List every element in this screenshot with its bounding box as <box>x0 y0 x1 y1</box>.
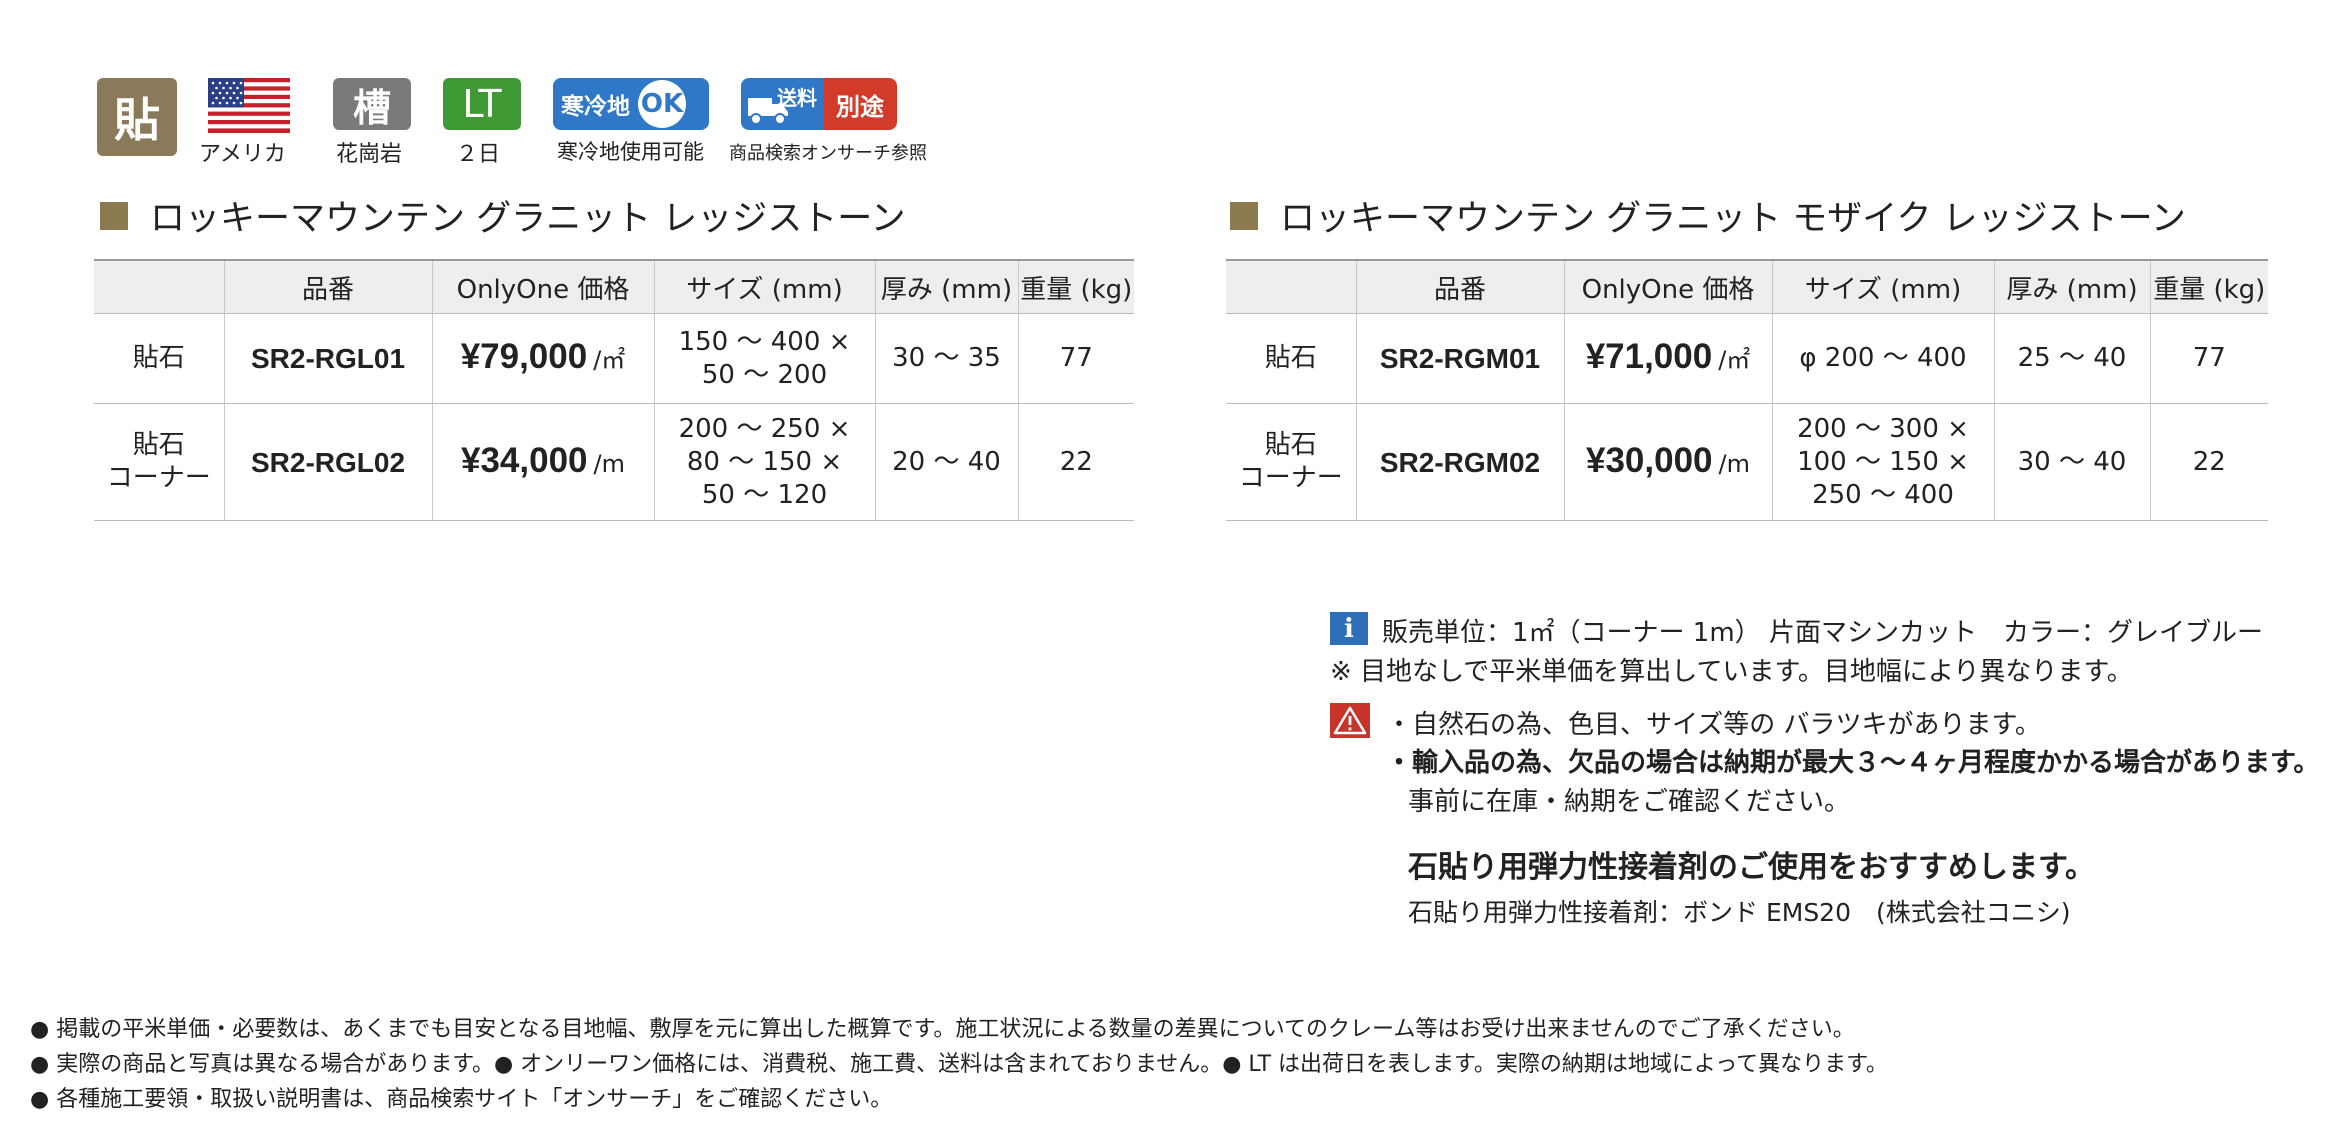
product-code: SR2-RGM02 <box>1355 403 1564 521</box>
row-type: 貼石 <box>94 313 224 404</box>
product-code: SR2-RGM01 <box>1355 313 1564 404</box>
price-cell: ¥71,000/㎡ <box>1563 313 1772 404</box>
adhesive-recommendation: 石貼り用弾力性接着剤のご使用をおすすめします。 <box>1408 850 2095 885</box>
footer-note-1: ● 掲載の平米単価・必要数は、あくまでも目安となる目地幅、敷厚を元に算出した概算… <box>30 1017 1855 1042</box>
harite-icon: 貼 <box>97 78 177 156</box>
flag-caption: アメリカ <box>199 142 286 167</box>
weight-cell: 22 <box>2149 403 2268 521</box>
thickness-cell: 30 ～ 40 <box>1993 403 2150 521</box>
table-header-row: 品番 OnlyOne 価格 サイズ (mm) 厚み (mm) 重量 (kg) <box>94 259 1134 314</box>
warning-line-3: 事前に在庫・納期をご確認ください。 <box>1408 787 1851 817</box>
thickness-cell: 20 ～ 40 <box>874 403 1018 521</box>
footer-note-2: ● 実際の商品と写真は異なる場合があります。● オンリーワン価格には、消費税、施… <box>30 1052 1888 1077</box>
table-row: 貼石 コーナー SR2-RGM02 ¥30,000/m 200 ～ 300 × 10… <box>1226 403 2268 521</box>
price-cell: ¥34,000/m <box>431 403 654 521</box>
size-cell: 200 ～ 250 × 80 ～ 150 × 50 ～ 120 <box>653 403 875 521</box>
price-cell: ¥79,000/㎡ <box>431 313 654 404</box>
table-row: 貼石 SR2-RGM01 ¥71,000/㎡ φ 200 ～ 400 25 ～ … <box>1226 313 2268 404</box>
heading-square-icon <box>100 201 128 230</box>
row-type: 貼石 <box>1226 313 1356 404</box>
table-row: 貼石 コーナー SR2-RGL02 ¥34,000/m 200 ～ 250 × 80… <box>94 403 1134 521</box>
size-cell: φ 200 ～ 400 <box>1771 313 1994 404</box>
table1-heading: ロッキーマウンテン グラニット レッジストーン <box>100 190 906 241</box>
size-cell: 200 ～ 300 × 100 ～ 150 × 250 ～ 400 <box>1771 403 1994 521</box>
thickness-cell: 30 ～ 35 <box>874 313 1018 404</box>
granite-caption: 花崗岩 <box>336 142 403 167</box>
granite-icon: 槽 <box>333 78 413 130</box>
warning-line-1: ・自然石の為、色目、サイズ等の バラツキがあります。 <box>1386 710 2041 740</box>
size-cell: 150 ～ 400 × 50 ～ 200 <box>653 313 875 404</box>
row-type: 貼石 コーナー <box>1226 403 1356 521</box>
product-code: SR2-RGL01 <box>223 313 432 404</box>
table-row: 貼石 SR2-RGL01 ¥79,000/㎡ 150 ～ 400 × 50 ～ 2… <box>94 313 1134 404</box>
info-icon: i <box>1330 612 1368 645</box>
joint-note: ※ 目地なしで平米単価を算出しています。目地幅により異なります。 <box>1330 657 2133 687</box>
shipping-caption: 商品検索オンサーチ参照 <box>729 143 927 164</box>
sales-unit-note: 販売単位：1㎡（コーナー 1m） 片面マシンカット カラー：グレイブルー <box>1382 618 2263 648</box>
table-header-row: 品番 OnlyOne 価格 サイズ (mm) 厚み (mm) 重量 (kg) <box>1226 259 2268 314</box>
lead-time-caption: ２日 <box>456 142 501 167</box>
spec-table-2: 品番 OnlyOne 価格 サイズ (mm) 厚み (mm) 重量 (kg) 貼… <box>1226 259 2268 521</box>
row-type: 貼石 コーナー <box>94 403 224 521</box>
lead-time-icon: LT <box>443 78 523 130</box>
warning-line-2: ・輸入品の為、欠品の場合は納期が最大３～４ヶ月程度かかる場合があります。 <box>1386 748 2320 778</box>
usa-flag-icon <box>208 78 290 133</box>
price-cell: ¥30,000/m <box>1563 403 1772 521</box>
weight-cell: 22 <box>1017 403 1134 521</box>
table2-heading: ロッキーマウンテン グラニット モザイク レッジストーン <box>1230 190 2186 241</box>
spec-table-1: 品番 OnlyOne 価格 サイズ (mm) 厚み (mm) 重量 (kg) 貼… <box>94 259 1134 521</box>
thickness-cell: 25 ～ 40 <box>1993 313 2150 404</box>
weight-cell: 77 <box>1017 313 1134 404</box>
cold-region-caption: 寒冷地使用可能 <box>557 140 704 164</box>
weight-cell: 77 <box>2149 313 2268 404</box>
shipping-separate-icon: 送料 別途 <box>741 78 897 130</box>
adhesive-product: 石貼り用弾力性接着剤：ボンド EMS20 (株式会社コニシ) <box>1408 898 2071 927</box>
warning-icon <box>1330 703 1370 738</box>
cold-region-ok-icon: 寒冷地 OK <box>553 78 709 130</box>
footer-note-3: ● 各種施工要領・取扱い説明書は、商品検索サイト「オンサーチ」をご確認ください。 <box>30 1087 893 1112</box>
product-code: SR2-RGL02 <box>223 403 432 521</box>
heading-square-icon <box>1230 201 1258 230</box>
